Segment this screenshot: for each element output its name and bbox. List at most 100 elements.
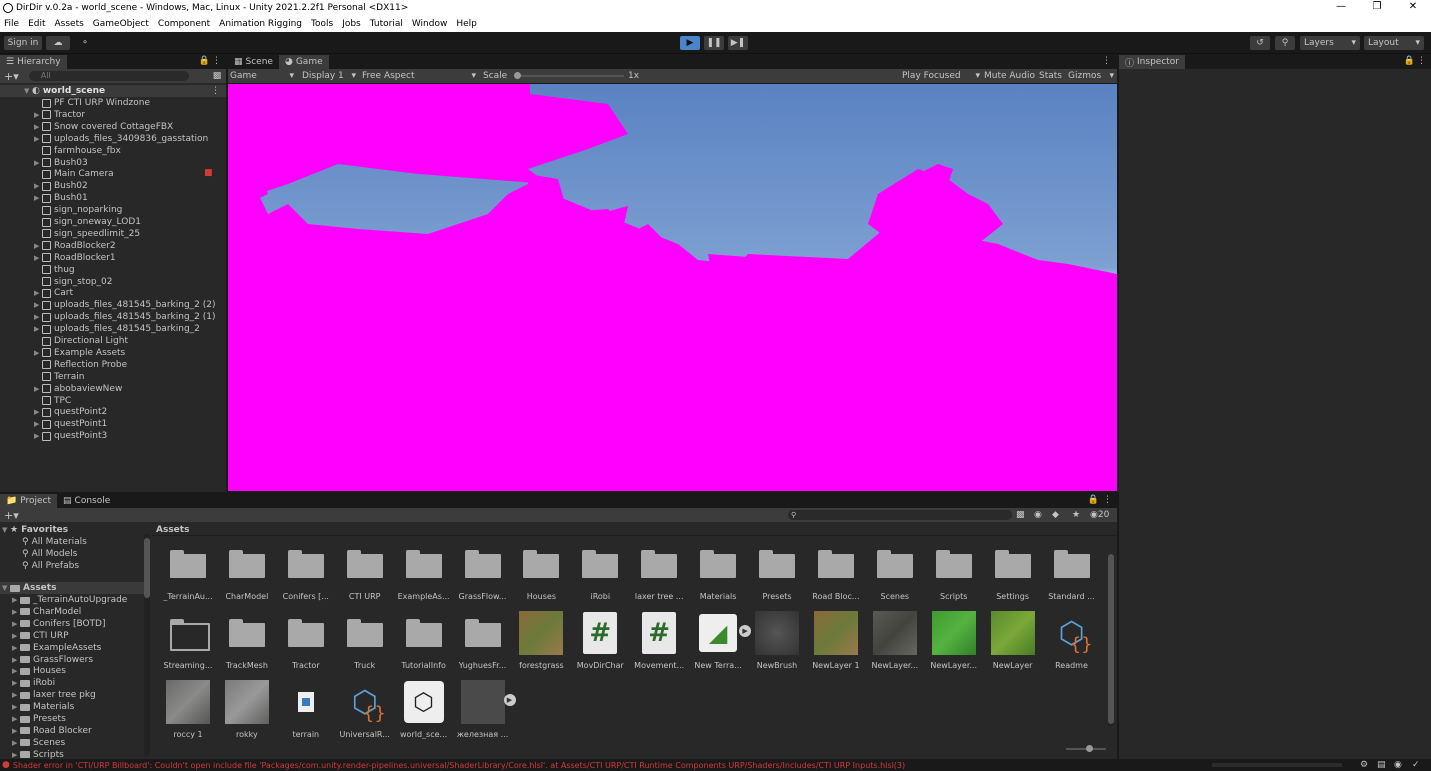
hierarchy-item[interactable]: ▶ questPoint1 <box>0 418 107 430</box>
folder-tree-item[interactable]: ▶ GrassFlowers <box>12 654 93 666</box>
expand-arrow-icon[interactable]: ▶ <box>34 194 42 202</box>
tab-game[interactable]: ◕ Game <box>278 55 329 69</box>
hierarchy-item[interactable]: ▶ RoadBlocker2 <box>0 240 116 252</box>
folder-tree-item[interactable]: ▶ ExampleAssets <box>12 642 101 654</box>
expand-arrow-icon[interactable]: ▶ <box>12 703 20 711</box>
folder-tree-item[interactable]: ▶ Road Blocker <box>12 725 92 737</box>
expand-arrow-icon[interactable]: ▶ <box>34 135 42 143</box>
favorites-header[interactable]: ▼ ★ Favorites <box>2 524 68 536</box>
menu-item-file[interactable]: File <box>0 19 24 29</box>
expand-arrow-icon[interactable]: ▶ <box>34 420 42 428</box>
hierarchy-item[interactable]: ▶ abobaviewNew <box>0 383 122 395</box>
kebab-menu-icon[interactable]: ⋮ <box>1102 56 1111 66</box>
asset-item[interactable]: terrain <box>277 680 335 748</box>
favorite-item[interactable]: ⚲ All Prefabs <box>22 560 79 572</box>
layout-dropdown[interactable]: Layout ▾ <box>1364 36 1424 50</box>
folder-tree-item[interactable]: ▶ _TerrainAutoUpgrade <box>12 594 127 606</box>
asset-item[interactable]: ⬡ world_sce... <box>395 680 453 748</box>
asset-item[interactable]: Materials <box>689 542 747 610</box>
asset-item[interactable]: rokky <box>218 680 276 748</box>
add-icon[interactable]: +▾ <box>4 509 19 522</box>
hierarchy-item[interactable]: ▶ uploads_files_481545_barking_2 (2) <box>0 299 216 311</box>
favorite-item[interactable]: ⚲ All Models <box>22 548 77 560</box>
scrollbar-thumb[interactable] <box>1108 554 1114 724</box>
expand-arrow-icon[interactable]: ▼ <box>24 87 32 95</box>
close-icon[interactable]: ✕ <box>1395 0 1431 16</box>
hierarchy-item[interactable]: ▶ Tractor <box>0 109 85 121</box>
asset-item[interactable]: Truck <box>336 611 394 679</box>
play-button[interactable]: ▶ <box>680 36 700 50</box>
game-viewport[interactable] <box>228 84 1117 491</box>
folder-tree-item[interactable]: ▶ Scripts <box>12 749 64 759</box>
hierarchy-item[interactable]: ▶ uploads_files_481545_barking_2 <box>0 323 200 335</box>
hierarchy-item[interactable]: ▶ RoadBlocker1 <box>0 252 116 264</box>
asset-item[interactable]: YughuesFr... <box>454 611 512 679</box>
asset-item[interactable]: Standard ... <box>1043 542 1101 610</box>
filter-label-icon[interactable]: ◉ <box>1034 510 1042 520</box>
scene-root-row[interactable]: ▼ ◐ world_scene ⋮ <box>0 85 226 97</box>
notification-icon[interactable]: ⚙ <box>1360 760 1368 770</box>
asset-item[interactable]: NewLayer... <box>866 611 924 679</box>
asset-item[interactable]: TutorialInfo <box>395 611 453 679</box>
expand-arrow-icon[interactable]: ▶ <box>12 632 20 640</box>
expand-arrow-icon[interactable]: ▶ <box>34 408 42 416</box>
menu-item-animation-rigging[interactable]: Animation Rigging <box>215 19 307 29</box>
stats-toggle[interactable]: Stats <box>1039 71 1062 81</box>
game-view-dropdown[interactable]: Game ▾ <box>230 71 294 81</box>
tag-icon[interactable]: ◆ <box>1052 510 1059 520</box>
hierarchy-item[interactable]: ▶ uploads_files_481545_barking_2 (1) <box>0 311 216 323</box>
expand-arrow-icon[interactable]: ▶ <box>34 301 42 309</box>
menu-item-assets[interactable]: Assets <box>51 19 89 29</box>
kebab-menu-icon[interactable]: ⋮ <box>212 56 221 66</box>
cache-icon[interactable]: ▤ <box>1377 760 1386 770</box>
folder-tree-item[interactable]: ▶ Conifers [BOTD] <box>12 618 106 630</box>
folder-tree-item[interactable]: ▶ Houses <box>12 665 66 677</box>
expand-arrow-icon[interactable]: ▶ <box>34 313 42 321</box>
folder-tree-item[interactable]: ▶ Materials <box>12 701 74 713</box>
expand-arrow-icon[interactable]: ▶ <box>12 715 20 723</box>
hierarchy-search-input[interactable]: All <box>28 71 189 81</box>
search-icon[interactable]: ⚲ <box>1275 36 1295 50</box>
aspect-dropdown[interactable]: Free Aspect ▾ <box>362 71 476 81</box>
expand-arrow-icon[interactable]: ▶ <box>12 727 20 735</box>
scrollbar-thumb[interactable] <box>144 538 150 598</box>
expand-arrow-icon[interactable]: ▶ <box>12 620 20 628</box>
scene-filter-icon[interactable]: ▩ <box>213 71 222 81</box>
asset-item[interactable]: GrassFlow... <box>454 542 512 610</box>
favorite-item[interactable]: ⚲ All Materials <box>22 536 87 548</box>
menu-item-tutorial[interactable]: Tutorial <box>366 19 408 29</box>
asset-item[interactable]: Scenes <box>866 542 924 610</box>
folder-tree-item[interactable]: ▶ Scenes <box>12 737 65 749</box>
menu-item-component[interactable]: Component <box>154 19 215 29</box>
asset-item[interactable]: Streaming... <box>159 611 217 679</box>
expand-arrow-icon[interactable]: ▶ <box>12 656 20 664</box>
asset-item[interactable]: roccy 1 <box>159 680 217 748</box>
asset-item[interactable]: Scripts <box>925 542 983 610</box>
cloud-icon[interactable]: ☁ <box>46 36 70 50</box>
hidden-count-badge[interactable]: ◉20 <box>1090 510 1109 520</box>
expand-arrow-icon[interactable]: ▶ <box>34 325 42 333</box>
hierarchy-item[interactable]: ▶ Snow covered CottageFBX <box>0 121 173 133</box>
expand-arrow-icon[interactable]: ▶ <box>12 739 20 747</box>
hierarchy-item[interactable]: Main Camera <box>0 168 114 180</box>
expand-arrow-icon[interactable]: ▶ <box>34 254 42 262</box>
asset-item[interactable]: Tractor <box>277 611 335 679</box>
asset-item[interactable]: NewBrush <box>748 611 806 679</box>
expand-arrow-icon[interactable]: ▶ <box>34 182 42 190</box>
hierarchy-item[interactable]: ▶ questPoint3 <box>0 430 107 442</box>
asset-item[interactable]: Conifers [... <box>277 542 335 610</box>
asset-item[interactable]: ExampleAs... <box>395 542 453 610</box>
expand-arrow-icon[interactable]: ▼ <box>2 584 10 592</box>
expand-arrow-icon[interactable]: ▶ <box>34 159 42 167</box>
hierarchy-item[interactable]: ▶ Cart <box>0 287 73 299</box>
expand-arrow-icon[interactable]: ▶ <box>12 596 20 604</box>
asset-item[interactable]: железная ... ▶ <box>454 680 516 748</box>
hierarchy-item[interactable]: sign_noparking <box>0 204 122 216</box>
expand-arrow-icon[interactable]: ▶ <box>34 242 42 250</box>
expand-asset-icon[interactable]: ▶ <box>503 694 516 706</box>
expand-arrow-icon[interactable]: ▶ <box>12 691 20 699</box>
menu-item-jobs[interactable]: Jobs <box>338 19 366 29</box>
step-button[interactable]: ▶❚ <box>728 36 748 50</box>
layers-dropdown[interactable]: Layers ▾ <box>1300 36 1360 50</box>
asset-grid-scrollbar[interactable] <box>1108 554 1114 726</box>
